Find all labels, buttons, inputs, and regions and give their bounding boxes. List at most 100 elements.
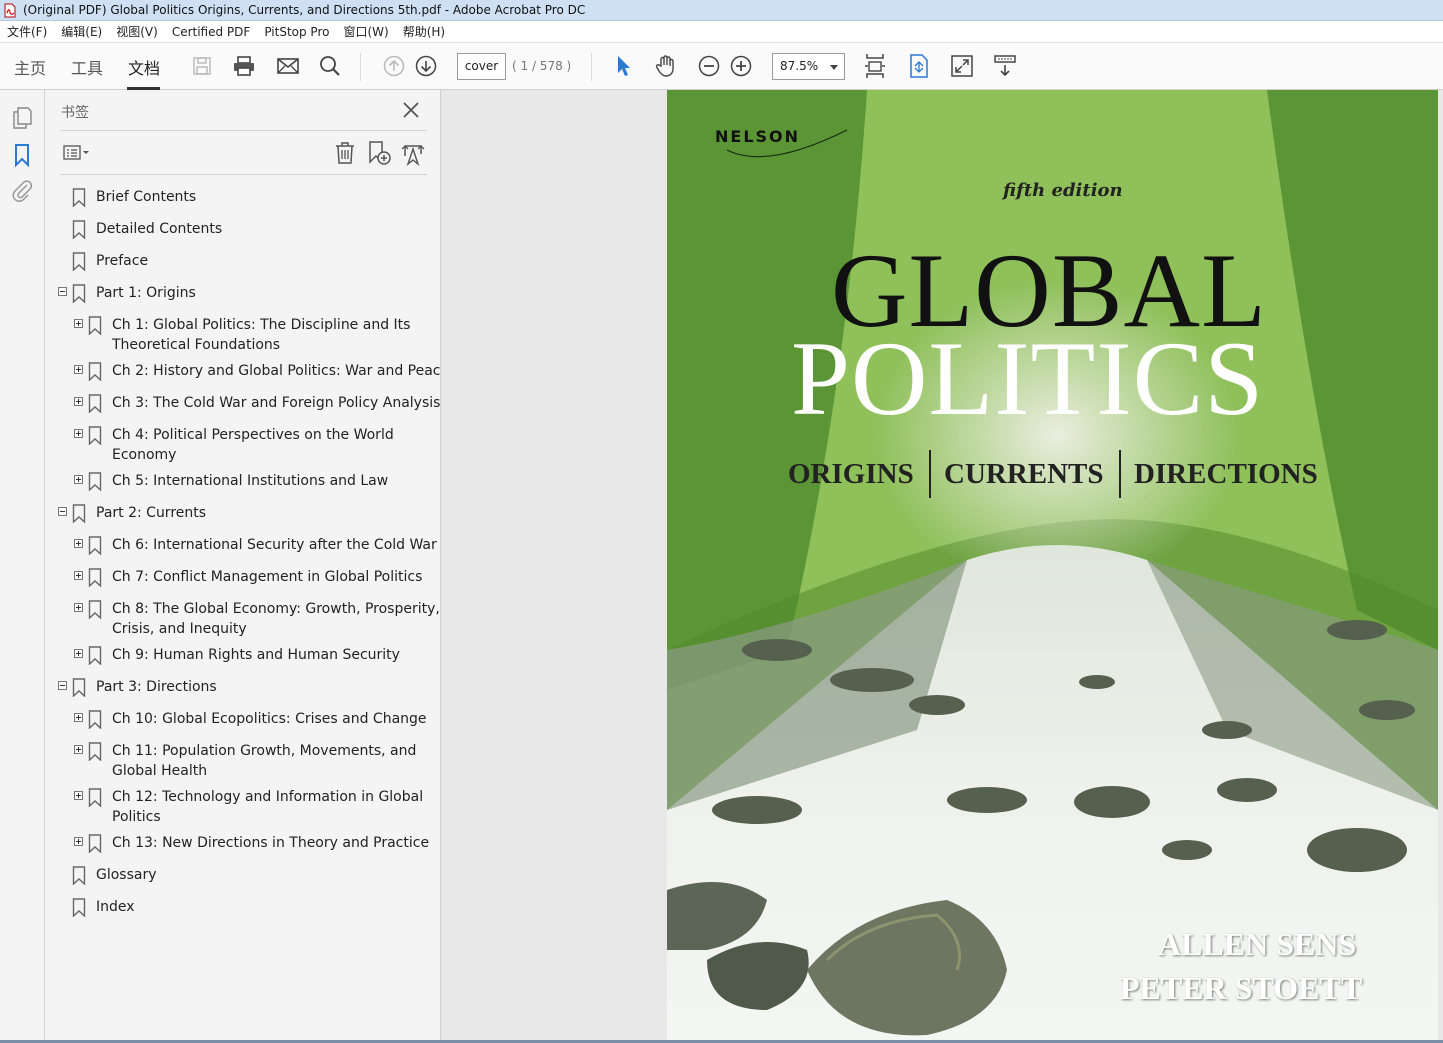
bookmark-label: Preface (96, 253, 149, 269)
cover-author-2: PETER STOETT (1120, 970, 1363, 1006)
print-icon[interactable] (231, 53, 257, 79)
previous-page-icon[interactable] (381, 53, 407, 79)
menu-edit[interactable]: 编辑(E) (54, 23, 109, 40)
expand-icon[interactable] (74, 713, 83, 722)
bookmark-icon (72, 898, 86, 918)
bookmark-item[interactable]: Ch 7: Conflict Management in Global Poli… (45, 567, 435, 599)
expand-icon[interactable] (74, 649, 83, 658)
bookmark-item[interactable]: Ch 5: International Institutions and Law (45, 471, 435, 503)
bookmark-item[interactable]: Preface (45, 251, 435, 283)
menu-file[interactable]: 文件(F) (0, 23, 54, 40)
search-icon[interactable] (317, 53, 343, 79)
bookmark-item[interactable]: Part 2: Currents (45, 503, 435, 535)
collapse-icon[interactable] (58, 507, 67, 516)
bookmark-item[interactable]: Ch 1: Global Politics: The Discipline an… (45, 315, 435, 361)
bookmark-icon (72, 866, 86, 886)
expand-bookmark-icon[interactable] (400, 140, 426, 167)
expand-icon[interactable] (74, 571, 83, 580)
bookmark-item[interactable]: Ch 12: Technology and Information in Glo… (45, 787, 435, 833)
title-bar: (Original PDF) Global Politics Origins, … (0, 0, 1443, 21)
menu-window[interactable]: 窗口(W) (336, 23, 395, 40)
expand-icon[interactable] (74, 539, 83, 548)
zoom-level-select[interactable]: 87.5% (772, 53, 845, 80)
fit-page-icon[interactable] (906, 53, 932, 79)
cover-subtitle-divider (929, 450, 931, 498)
bookmark-item[interactable]: Ch 2: History and Global Politics: War a… (45, 361, 449, 393)
hand-tool-icon[interactable] (653, 53, 679, 79)
bookmark-label: Ch 1: Global Politics: The Discipline an… (112, 317, 411, 333)
tab-home[interactable]: 主页 (14, 55, 46, 79)
select-cursor-icon[interactable] (610, 53, 636, 79)
bookmark-item[interactable]: Ch 4: Political Perspectives on the Worl… (45, 425, 435, 471)
bookmark-icon (72, 504, 86, 524)
bookmark-item[interactable]: Ch 11: Population Growth, Movements, and… (45, 741, 435, 787)
page-number-input[interactable]: cover (457, 53, 506, 80)
bookmark-item[interactable]: Detailed Contents (45, 219, 435, 251)
bookmark-label: Ch 6: International Security after the C… (112, 537, 437, 553)
bookmark-label: Brief Contents (96, 189, 197, 205)
expand-icon[interactable] (74, 791, 83, 800)
expand-icon[interactable] (74, 603, 83, 612)
expand-icon[interactable] (74, 837, 83, 846)
collapse-icon[interactable] (58, 681, 67, 690)
cover-subtitle-divider (1119, 450, 1121, 498)
expand-icon[interactable] (74, 319, 83, 328)
scrolling-mode-icon[interactable] (862, 53, 888, 79)
menu-help[interactable]: 帮助(H) (396, 23, 452, 40)
expand-icon[interactable] (74, 365, 83, 374)
add-bookmark-icon[interactable] (366, 140, 392, 166)
bookmark-item[interactable]: Part 3: Directions (45, 677, 435, 709)
expand-icon[interactable] (74, 745, 83, 754)
bookmark-item[interactable]: Ch 8: The Global Economy: Growth, Prospe… (45, 599, 440, 645)
menu-certified-pdf[interactable]: Certified PDF (165, 25, 258, 39)
chevron-down-icon (830, 65, 838, 70)
attachments-icon[interactable] (10, 178, 34, 202)
full-screen-icon[interactable] (949, 53, 975, 79)
menu-pitstop-pro[interactable]: PitStop Pro (257, 25, 336, 39)
menu-view[interactable]: 视图(V) (109, 23, 165, 40)
bookmark-item[interactable]: Glossary (45, 865, 435, 897)
bookmark-options-icon[interactable] (61, 140, 89, 166)
bookmark-label: Ch 11: Population Growth, Movements, and (112, 743, 417, 759)
bookmark-label: Ch 7: Conflict Management in Global Poli… (112, 569, 423, 585)
bookmark-icon (88, 362, 102, 382)
next-page-icon[interactable] (413, 53, 439, 79)
bookmark-icon (88, 646, 102, 666)
bookmark-label-continued: Theoretical Foundations (112, 337, 281, 353)
tab-document[interactable]: 文档 (128, 55, 160, 79)
expand-icon[interactable] (74, 429, 83, 438)
book-cover-page: NELSON fifth edition GLOBAL POLITICS ORI… (667, 90, 1438, 1040)
bookmark-label: Ch 8: The Global Economy: Growth, Prospe… (112, 601, 440, 617)
bookmark-item[interactable]: Ch 10: Global Ecopolitics: Crises and Ch… (45, 709, 435, 741)
expand-icon[interactable] (74, 397, 83, 406)
bookmarks-icon[interactable] (10, 143, 34, 168)
delete-bookmark-icon[interactable] (332, 140, 358, 166)
bookmark-item[interactable]: Ch 9: Human Rights and Human Security (45, 645, 435, 677)
navigation-rail (0, 90, 45, 1043)
panel-title: 书签 (61, 105, 89, 121)
read-mode-icon[interactable] (992, 53, 1018, 79)
tab-tools[interactable]: 工具 (71, 55, 103, 79)
save-icon[interactable] (189, 53, 215, 79)
bookmark-item[interactable]: Ch 13: New Directions in Theory and Prac… (45, 833, 435, 865)
bookmark-icon (88, 834, 102, 854)
zoom-out-icon[interactable] (696, 53, 722, 79)
zoom-in-icon[interactable] (728, 53, 754, 79)
bookmark-item[interactable]: Part 1: Origins (45, 283, 435, 315)
bookmark-icon (72, 188, 86, 208)
bookmark-label-continued: Global Health (112, 763, 208, 779)
bookmark-item[interactable]: Index (45, 897, 435, 929)
email-icon[interactable] (275, 53, 301, 79)
bookmark-item[interactable]: Brief Contents (45, 187, 435, 219)
bookmark-label: Index (96, 899, 135, 915)
bookmark-icon (88, 316, 102, 336)
bookmark-item[interactable]: Ch 6: International Security after the C… (45, 535, 437, 567)
page-thumbnails-icon[interactable] (10, 106, 34, 130)
collapse-icon[interactable] (58, 287, 67, 296)
bookmark-label: Ch 10: Global Ecopolitics: Crises and Ch… (112, 711, 427, 727)
bookmark-icon (88, 788, 102, 808)
bookmark-label: Ch 13: New Directions in Theory and Prac… (112, 835, 430, 851)
bookmark-item[interactable]: Ch 3: The Cold War and Foreign Policy An… (45, 393, 440, 425)
close-icon[interactable] (400, 99, 422, 121)
expand-icon[interactable] (74, 475, 83, 484)
